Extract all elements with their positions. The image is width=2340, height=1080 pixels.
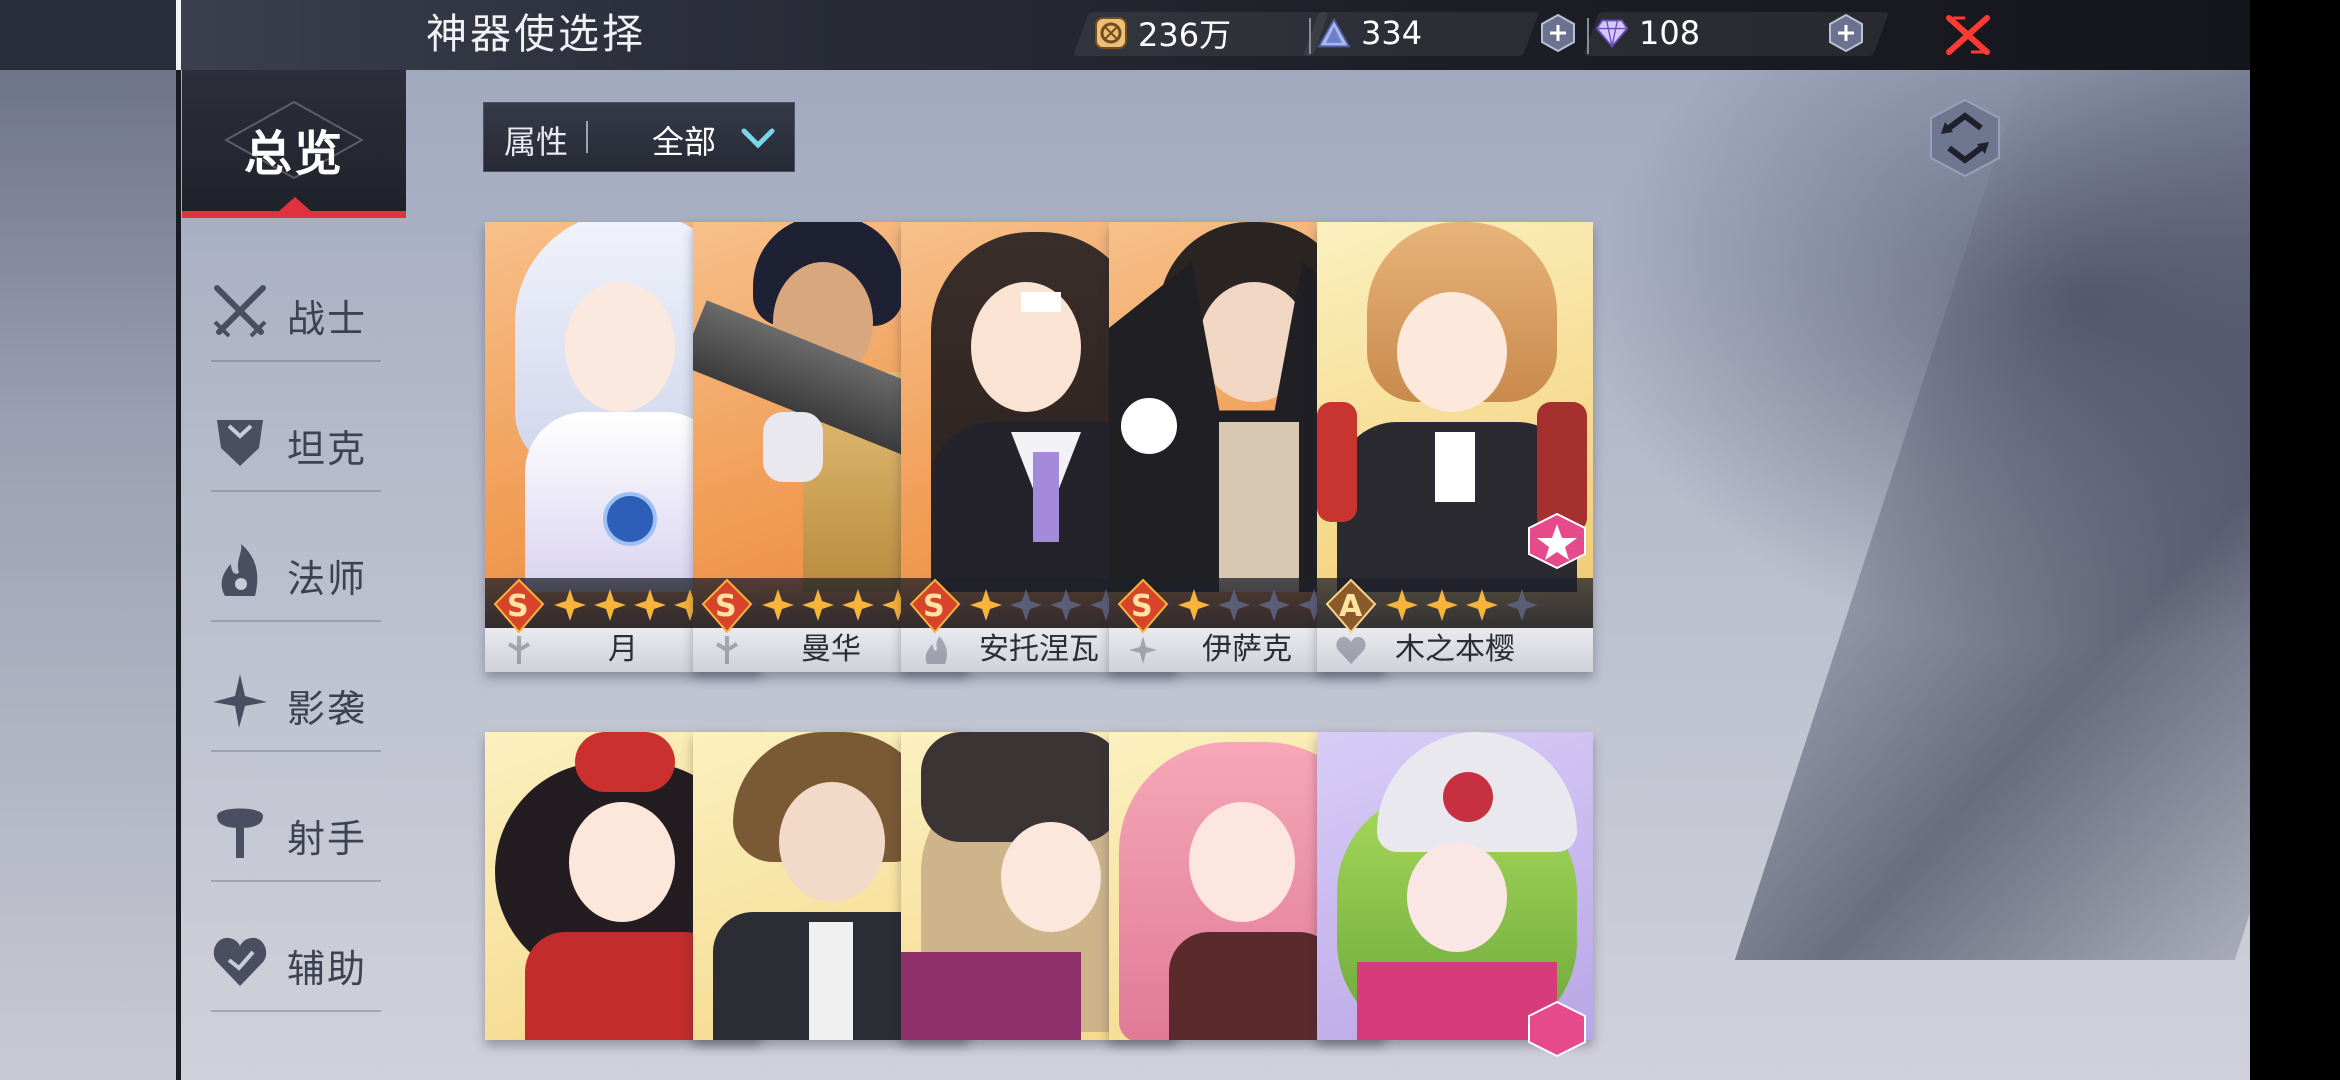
crossed-swords-icon	[213, 285, 267, 338]
gold-amount: 236万	[1138, 16, 1232, 54]
diamond-gem-icon	[1595, 16, 1629, 50]
shuriken-icon	[213, 674, 267, 728]
gold-coin-icon	[1094, 16, 1128, 50]
star-filled-icon	[1178, 589, 1210, 621]
star-filled-icon	[802, 589, 834, 621]
currency-diamond: 108	[1595, 10, 1700, 56]
category-warrior-label: 战士	[287, 297, 368, 341]
category-support-label: 辅助	[287, 947, 368, 991]
attribute-filter-dropdown[interactable]: 属性 全部	[483, 102, 795, 172]
svg-text:A: A	[1339, 589, 1363, 624]
star-filled-icon	[762, 589, 794, 621]
active-indicator	[279, 197, 311, 211]
rank-a-badge: A	[1325, 578, 1377, 634]
category-mage[interactable]: 法师	[211, 520, 381, 622]
divider	[211, 750, 381, 752]
star-empty-icon	[1010, 589, 1042, 621]
star-emblem-icon	[1528, 512, 1586, 570]
tab-overview[interactable]: 总览	[182, 70, 406, 218]
divider	[211, 1010, 381, 1012]
crystal-shard-icon	[1317, 16, 1351, 50]
crosshair-icon	[217, 808, 263, 858]
star-empty-icon	[1258, 589, 1290, 621]
star-filled-icon	[1386, 589, 1418, 621]
close-button[interactable]	[1945, 12, 1991, 58]
star-filled-icon	[634, 589, 666, 621]
star-empty-icon	[1218, 589, 1250, 621]
magic-flame-icon	[221, 544, 258, 596]
star-filled-icon	[970, 589, 1002, 621]
crystal-amount: 334	[1361, 14, 1423, 52]
tab-overview-label: 总览	[243, 126, 344, 182]
star-filled-icon	[1466, 589, 1498, 621]
star-filled-icon	[1426, 589, 1458, 621]
divider	[211, 490, 381, 492]
rank-s-badge: S	[1117, 578, 1169, 634]
diamond-amount: 108	[1639, 14, 1701, 52]
top-bar: 神器使选择 236万 334 108	[181, 0, 2250, 70]
active-underline	[182, 211, 406, 218]
svg-text:S: S	[507, 589, 529, 624]
add-crystal-button[interactable]	[1539, 13, 1577, 53]
divider	[1309, 18, 1311, 54]
category-support[interactable]: 辅助	[211, 910, 381, 1012]
chevron-down-icon	[741, 128, 775, 149]
currency-crystal: 334	[1317, 10, 1422, 56]
filter-value: 全部	[652, 123, 717, 161]
category-marksman[interactable]: 射手	[211, 780, 381, 882]
refresh-icon	[1930, 98, 2000, 178]
category-tank[interactable]: 坦克	[211, 390, 381, 492]
rank-s-badge: S	[701, 578, 753, 634]
refresh-button[interactable]	[1927, 98, 2003, 178]
rank-s-badge: S	[909, 578, 961, 634]
rank-s-badge: S	[493, 578, 545, 634]
divider	[211, 360, 381, 362]
svg-text:S: S	[923, 589, 945, 624]
star-filled-icon	[594, 589, 626, 621]
category-assassin-label: 影袭	[287, 687, 368, 731]
character-name: 木之本樱	[1395, 632, 1515, 667]
svg-text:S: S	[715, 589, 737, 624]
character-card[interactable]	[1317, 732, 1593, 1058]
character-card[interactable]: A 木之本樱	[1317, 222, 1593, 672]
filter-label: 属性	[504, 123, 569, 161]
page-title: 神器使选择	[426, 10, 646, 58]
game-screen: 神器使选择 236万 334 108 总览 战士 坦克 法师 影袭 射手 辅助 …	[181, 0, 2250, 1080]
star-rating	[1385, 588, 1539, 622]
divider	[211, 880, 381, 882]
right-bezel	[2250, 0, 2340, 1080]
category-warrior[interactable]: 战士	[211, 260, 381, 362]
divider	[1587, 18, 1589, 54]
left-bezel	[0, 0, 181, 1080]
shield-icon	[217, 420, 263, 466]
star-empty-icon	[1050, 589, 1082, 621]
category-mage-label: 法师	[287, 557, 368, 601]
star-filled-icon	[842, 589, 874, 621]
category-tank-label: 坦克	[287, 427, 368, 471]
add-diamond-button[interactable]	[1827, 13, 1865, 53]
divider	[211, 620, 381, 622]
category-marksman-label: 射手	[287, 817, 368, 861]
filter-separator	[586, 121, 588, 153]
character-portrait	[1317, 732, 1593, 1040]
star-filled-icon	[554, 589, 586, 621]
close-icon	[1946, 15, 1990, 55]
heart-icon	[213, 937, 267, 986]
currency-gold: 236万	[1094, 10, 1231, 56]
star-emblem-icon	[1528, 1000, 1586, 1058]
category-assassin[interactable]: 影袭	[211, 650, 381, 752]
svg-text:S: S	[1131, 589, 1153, 624]
star-empty-icon	[1506, 589, 1538, 621]
